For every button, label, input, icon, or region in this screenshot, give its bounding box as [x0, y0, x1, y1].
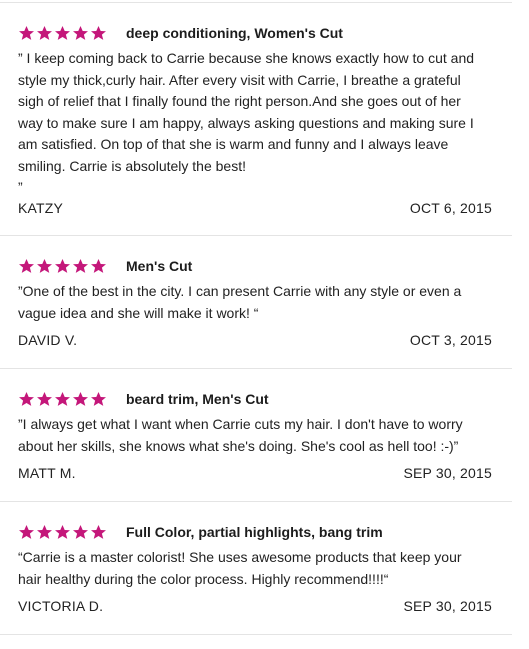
star-icon: [91, 391, 106, 406]
review-author: DAVID V.: [18, 332, 78, 348]
star-icon: [73, 25, 88, 40]
star-rating: [18, 524, 107, 541]
star-icon: [19, 25, 34, 40]
review-text-line: ” I keep coming back to Carrie because s…: [18, 50, 475, 66]
review-date: SEP 30, 2015: [403, 598, 492, 614]
review-text-line: smiling. Carrie is absolutely the best!: [18, 157, 246, 174]
star-icon: [91, 25, 106, 40]
star-icon: [37, 258, 52, 273]
divider: [0, 235, 512, 236]
review-author: VICTORIA D.: [18, 598, 104, 614]
review-header: Full Color, partial highlights, bang tri…: [18, 521, 383, 543]
star-icon: [37, 391, 52, 406]
star-icon: [91, 258, 106, 273]
star-rating: [18, 391, 107, 408]
star-icon: [73, 524, 88, 539]
review-text-line: way to make sure I am happy, always aski…: [18, 114, 474, 131]
review-meta: VICTORIA D. SEP 30, 2015: [18, 598, 492, 616]
review-service: beard trim, Men's Cut: [126, 391, 269, 407]
star-icon: [55, 258, 70, 273]
review-service: Men's Cut: [126, 258, 193, 274]
review-text-line: vague idea and she will make it work! “: [18, 304, 259, 321]
review-date: OCT 3, 2015: [409, 332, 492, 348]
star-rating: [18, 25, 107, 42]
review-text-line: sigh of relief that I finally found the …: [18, 93, 461, 109]
review-header: deep conditioning, Women's Cut: [18, 22, 343, 44]
star-icon: [55, 524, 70, 539]
review-meta: KATZY OCT 6, 2015: [18, 200, 492, 218]
review-text-line: am satisfied. On top of that she is warm…: [18, 136, 449, 152]
review-text-line: ”One of the best in the city. I can pres…: [18, 283, 462, 299]
review-text-line: “Carrie is a master colorist! She uses a…: [18, 549, 462, 565]
star-icon: [37, 524, 52, 539]
review-author: KATZY: [18, 200, 64, 216]
review-text-line: style my thick,curly hair. After every v…: [18, 71, 461, 88]
divider: [0, 634, 512, 635]
review-text-line: about her skills, she knows what she's d…: [18, 437, 459, 454]
divider: [0, 368, 512, 369]
star-icon: [91, 524, 106, 539]
review-text: ” I keep coming back to Carrie because s…: [18, 48, 508, 199]
review-service: Full Color, partial highlights, bang tri…: [126, 524, 383, 540]
star-icon: [37, 25, 52, 40]
review-date: OCT 6, 2015: [409, 200, 492, 216]
review-header: beard trim, Men's Cut: [18, 388, 269, 410]
review-list: deep conditioning, Women's Cut ” I keep …: [0, 0, 512, 649]
star-icon: [19, 391, 34, 406]
star-icon: [55, 391, 70, 406]
review-text: ”I always get what I want when Carrie cu…: [18, 414, 508, 457]
review-text: “Carrie is a master colorist! She uses a…: [18, 547, 508, 590]
review-service: deep conditioning, Women's Cut: [126, 25, 343, 41]
divider: [0, 501, 512, 502]
review-text-line: hair healthy during the color process. H…: [18, 570, 389, 587]
star-rating: [18, 258, 107, 275]
review-text: ”One of the best in the city. I can pres…: [18, 281, 508, 324]
review-date: SEP 30, 2015: [403, 465, 492, 481]
star-icon: [73, 258, 88, 273]
review-header: Men's Cut: [18, 255, 192, 277]
review-author: MATT M.: [18, 465, 76, 481]
star-icon: [73, 391, 88, 406]
review-text-line: ”: [18, 179, 23, 195]
star-icon: [19, 258, 34, 273]
review-meta: DAVID V. OCT 3, 2015: [18, 332, 492, 350]
star-icon: [19, 524, 34, 539]
star-icon: [55, 25, 70, 40]
divider: [0, 2, 512, 3]
review-meta: MATT M. SEP 30, 2015: [18, 465, 492, 483]
review-text-line: ”I always get what I want when Carrie cu…: [18, 416, 463, 432]
